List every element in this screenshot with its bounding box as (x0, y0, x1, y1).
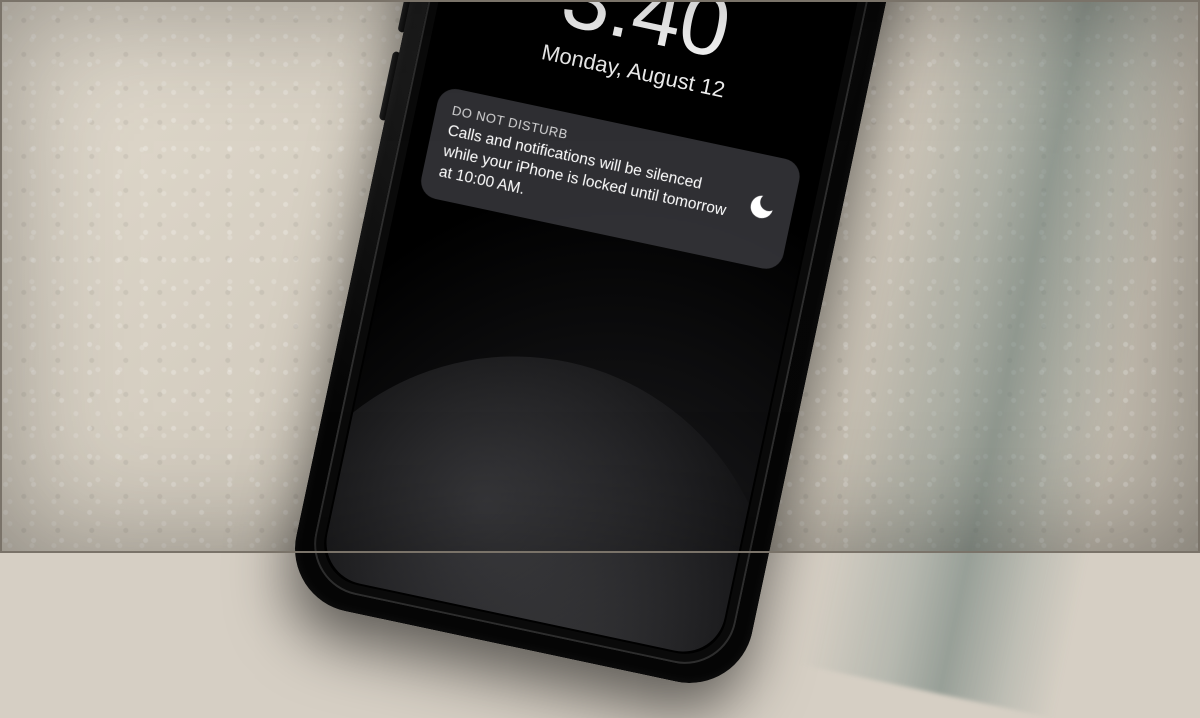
dnd-notification[interactable]: DO NOT DISTURB Calls and notifications w… (418, 85, 803, 271)
moon-icon (743, 189, 780, 229)
phone: Idea 4G 3:40 Monda (304, 0, 895, 673)
dnd-text: DO NOT DISTURB Calls and notifications w… (437, 102, 742, 243)
